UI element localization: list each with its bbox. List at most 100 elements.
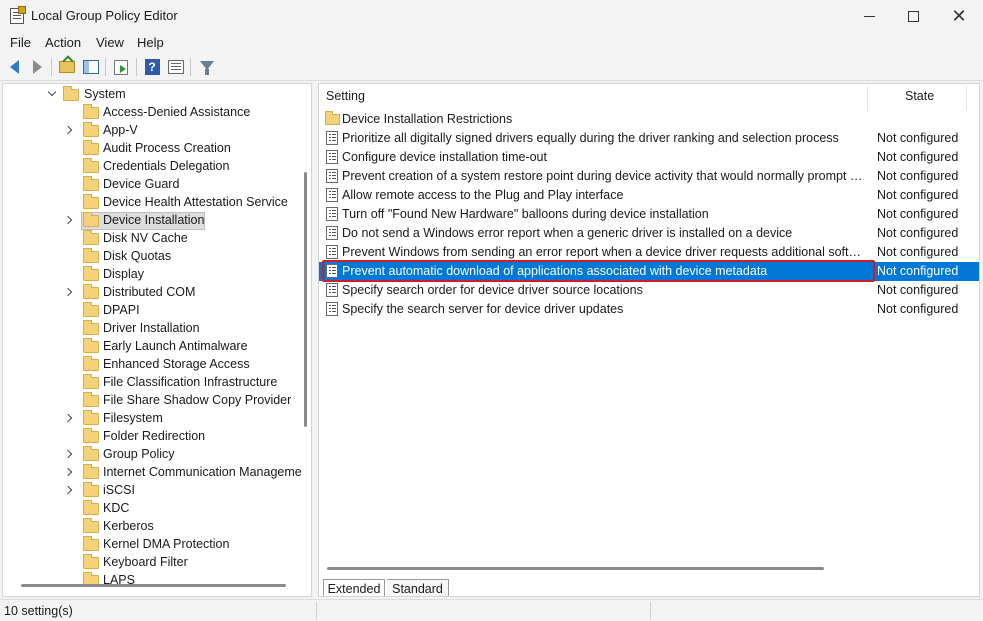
tree-item[interactable]: Keyboard Filter xyxy=(3,554,303,572)
export-icon xyxy=(114,59,128,75)
tab-standard[interactable]: Standard xyxy=(387,579,449,596)
tree-item[interactable]: Driver Installation xyxy=(3,320,303,338)
chevron-right-icon[interactable] xyxy=(63,467,73,477)
column-header-state[interactable]: State xyxy=(905,89,934,111)
list-folder-row[interactable]: Device Installation Restrictions xyxy=(319,110,979,129)
tab-extended[interactable]: Extended xyxy=(323,579,385,596)
help-icon: ? xyxy=(144,59,160,75)
help-button[interactable]: ? xyxy=(142,57,162,77)
maximize-button[interactable] xyxy=(890,0,936,32)
setting-name: Do not send a Windows error report when … xyxy=(342,226,793,240)
folder-icon xyxy=(83,428,99,443)
tree-item[interactable]: Kernel DMA Protection xyxy=(3,536,303,554)
tree-item[interactable]: Early Launch Antimalware xyxy=(3,338,303,356)
setting-name: Prioritize all digitally signed drivers … xyxy=(342,131,839,145)
folder-icon xyxy=(83,338,99,353)
menu-view[interactable]: View xyxy=(96,35,124,50)
column-divider[interactable] xyxy=(867,86,868,110)
tree-item-label: Device Guard xyxy=(103,177,180,191)
menu-file[interactable]: File xyxy=(10,35,31,50)
back-button[interactable] xyxy=(4,57,24,77)
tree-item[interactable]: App-V xyxy=(3,122,303,140)
policy-setting-row[interactable]: Specify search order for device driver s… xyxy=(319,281,979,300)
policy-setting-row[interactable]: Turn off "Found New Hardware" balloons d… xyxy=(319,205,979,224)
tree-item[interactable]: Device Guard xyxy=(3,176,303,194)
column-header-setting[interactable]: Setting xyxy=(326,89,365,111)
tree-item[interactable]: KDC xyxy=(3,500,303,518)
chevron-right-icon[interactable] xyxy=(63,449,73,459)
folder-icon xyxy=(63,86,79,101)
folder-icon xyxy=(83,392,99,407)
export-list-button[interactable] xyxy=(111,57,131,77)
tree-item[interactable]: Kerberos xyxy=(3,518,303,536)
column-divider[interactable] xyxy=(966,86,967,110)
tree-item[interactable]: Folder Redirection xyxy=(3,428,303,446)
tree-item[interactable]: Disk Quotas xyxy=(3,248,303,266)
tree-item[interactable]: Credentials Delegation xyxy=(3,158,303,176)
chevron-right-icon[interactable] xyxy=(63,125,73,135)
chevron-right-icon[interactable] xyxy=(63,413,73,423)
minimize-button[interactable] xyxy=(846,0,892,32)
console-tree-icon xyxy=(83,60,99,74)
policy-setting-row[interactable]: Prevent creation of a system restore poi… xyxy=(319,167,979,186)
tree-item[interactable]: iSCSI xyxy=(3,482,303,500)
tree-item[interactable]: Group Policy xyxy=(3,446,303,464)
forward-button[interactable] xyxy=(27,57,47,77)
tree-item-label: Disk NV Cache xyxy=(103,231,188,245)
tree-item[interactable]: Disk NV Cache xyxy=(3,230,303,248)
policy-setting-row[interactable]: Prevent automatic download of applicatio… xyxy=(319,262,979,281)
tree-item-label: Device Health Attestation Service xyxy=(103,195,288,209)
tree-item[interactable]: Internet Communication Manageme xyxy=(3,464,303,482)
minimize-icon xyxy=(863,15,875,17)
console-tree[interactable]: System Access-Denied Assistance App-V Audi… xyxy=(2,83,312,597)
status-setting-count: 10 setting(s) xyxy=(4,604,73,618)
tree-item[interactable]: Display xyxy=(3,266,303,284)
policy-setting-row[interactable]: Prevent Windows from sending an error re… xyxy=(319,243,979,262)
settings-list[interactable]: Setting State Device Installation Restri… xyxy=(318,83,980,597)
show-hide-tree-button[interactable] xyxy=(81,57,101,77)
setting-name: Prevent creation of a system restore poi… xyxy=(342,169,864,183)
properties-button[interactable] xyxy=(166,57,186,77)
setting-name: Specify search order for device driver s… xyxy=(342,283,643,297)
tree-item[interactable]: Device Installation xyxy=(3,212,303,230)
policy-setting-icon xyxy=(326,264,338,278)
toolbar-separator xyxy=(51,58,52,76)
tree-item[interactable]: File Classification Infrastructure xyxy=(3,374,303,392)
chevron-down-icon[interactable] xyxy=(47,87,57,97)
tree-item[interactable]: Enhanced Storage Access xyxy=(3,356,303,374)
chevron-right-icon[interactable] xyxy=(63,287,73,297)
list-horizontal-scrollbar[interactable] xyxy=(327,567,824,570)
tree-item[interactable]: Device Health Attestation Service xyxy=(3,194,303,212)
tree-item[interactable]: Filesystem xyxy=(3,410,303,428)
policy-setting-row[interactable]: Allow remote access to the Plug and Play… xyxy=(319,186,979,205)
tree-item-system[interactable]: System xyxy=(3,86,303,104)
tree-horizontal-scrollbar[interactable] xyxy=(21,584,286,587)
policy-setting-icon xyxy=(326,131,338,145)
title-bar: Local Group Policy Editor ✕ xyxy=(0,0,983,32)
policy-setting-row[interactable]: Do not send a Windows error report when … xyxy=(319,224,979,243)
tree-item[interactable]: LAPS xyxy=(3,572,303,590)
status-divider xyxy=(316,602,317,620)
tree-item-label: Disk Quotas xyxy=(103,249,172,263)
tree-item[interactable]: DPAPI xyxy=(3,302,303,320)
chevron-right-icon[interactable] xyxy=(63,215,73,225)
menu-action[interactable]: Action xyxy=(45,35,81,50)
tree-item-label: iSCSI xyxy=(103,483,135,497)
close-button[interactable]: ✕ xyxy=(936,0,982,32)
policy-setting-row[interactable]: Specify the search server for device dri… xyxy=(319,300,979,319)
filter-button[interactable] xyxy=(197,57,217,77)
folder-icon xyxy=(325,111,340,125)
tree-item[interactable]: File Share Shadow Copy Provider xyxy=(3,392,303,410)
policy-setting-row[interactable]: Prioritize all digitally signed drivers … xyxy=(319,129,979,148)
tree-vertical-scrollbar[interactable] xyxy=(304,172,307,427)
policy-setting-row[interactable]: Configure device installation time-out No… xyxy=(319,148,979,167)
up-one-level-button[interactable] xyxy=(57,57,77,77)
tree-item[interactable]: Distributed COM xyxy=(3,284,303,302)
tree-item[interactable]: Access-Denied Assistance xyxy=(3,104,303,122)
tree-item-label: Audit Process Creation xyxy=(103,141,231,155)
chevron-right-icon[interactable] xyxy=(63,485,73,495)
menu-help[interactable]: Help xyxy=(137,35,164,50)
tree-item-label: Distributed COM xyxy=(103,285,196,299)
tree-item-label: Kerberos xyxy=(103,519,154,533)
tree-item[interactable]: Audit Process Creation xyxy=(3,140,303,158)
